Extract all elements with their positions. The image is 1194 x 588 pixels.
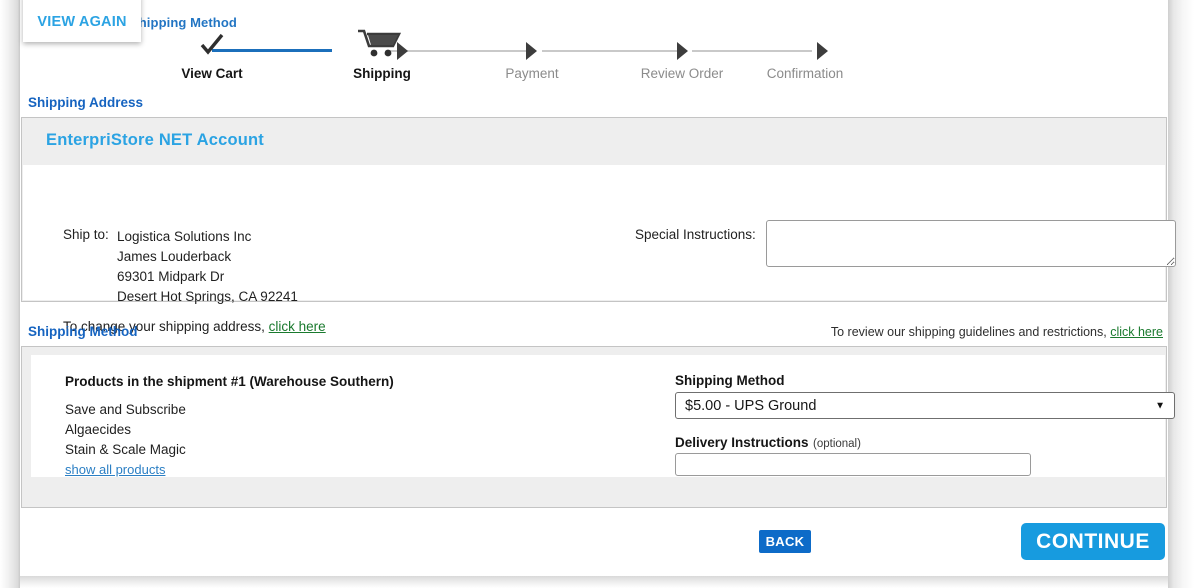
step-shipping[interactable]: Shipping <box>302 30 462 81</box>
shipping-method-heading: Shipping Method <box>28 324 138 339</box>
list-item: Save and Subscribe <box>65 402 186 417</box>
step-view-cart[interactable]: View Cart <box>132 30 292 81</box>
address-line-2: James Louderback <box>117 249 232 264</box>
shipping-guidelines-link[interactable]: click here <box>1110 325 1163 339</box>
back-button[interactable]: BACK <box>759 530 811 553</box>
product-list: Save and Subscribe Algaecides Stain & Sc… <box>65 400 186 480</box>
checkout-progress-bar: Shipping Method View Cart Shipping Payme… <box>20 8 1168 88</box>
ship-to-label: Ship to: <box>63 227 109 242</box>
shipping-address-card: Ship to: Logistica Solutions Inc James L… <box>23 165 1176 334</box>
view-again-label[interactable]: VIEW AGAIN <box>23 14 141 30</box>
step-payment[interactable]: Payment <box>452 30 612 81</box>
step-confirmation[interactable]: Confirmation <box>725 30 885 81</box>
page-gutter-bottom <box>20 576 1168 588</box>
shipping-address-heading: Shipping Address <box>28 95 144 110</box>
shipping-method-panel: Products in the shipment #1 (Warehouse S… <box>21 346 1175 508</box>
shipping-method-selected-value: $5.00 - UPS Ground <box>685 397 817 414</box>
address-line-3: 69301 Midpark Dr <box>117 269 225 284</box>
step-payment-label: Payment <box>505 66 559 81</box>
view-again-overlay[interactable]: VIEW AGAIN <box>23 0 141 42</box>
step-view-cart-label: View Cart <box>181 66 243 81</box>
shipment-card: Products in the shipment #1 (Warehouse S… <box>31 355 1175 480</box>
shipping-guidelines-text: To review our shipping guidelines and re… <box>830 325 1107 339</box>
progress-title: Shipping Method <box>130 15 237 30</box>
step-confirmation-label: Confirmation <box>766 66 844 81</box>
shipment-title: Products in the shipment #1 (Warehouse S… <box>65 374 394 389</box>
list-item: Stain & Scale Magic <box>65 442 186 457</box>
special-instructions-textarea[interactable] <box>766 220 1176 267</box>
page-gutter-left <box>0 0 20 588</box>
account-title: EnterpriStore NET Account <box>46 131 264 149</box>
page-gutter-right <box>1168 0 1194 588</box>
shipping-guidelines-note: To review our shipping guidelines and re… <box>831 325 1163 339</box>
special-instructions-label: Special Instructions: <box>635 227 756 242</box>
page-container: Shipping Method View Cart Shipping Payme… <box>20 0 1176 576</box>
list-item: Algaecides <box>65 422 132 437</box>
shipping-method-select-label: Shipping Method <box>675 373 785 388</box>
shipping-method-select[interactable]: $5.00 - UPS Ground ▼ <box>675 392 1175 419</box>
show-all-products-link[interactable]: show all products <box>65 460 186 480</box>
delivery-instructions-input[interactable] <box>675 453 1031 476</box>
delivery-instructions-label: Delivery Instructions <box>675 435 809 450</box>
delivery-instructions-optional: (optional) <box>813 438 861 450</box>
checkout-page: Shipping Method View Cart Shipping Payme… <box>0 0 1194 588</box>
chevron-down-icon: ▼ <box>1155 400 1165 411</box>
step-shipping-label: Shipping <box>353 66 411 81</box>
delivery-instructions-label-row: Delivery Instructions (optional) <box>675 434 861 452</box>
shipping-address-block: Logistica Solutions Inc James Louderback… <box>117 227 298 307</box>
address-line-1: Logistica Solutions Inc <box>117 229 252 244</box>
check-icon <box>132 30 292 60</box>
continue-button[interactable]: CONTINUE <box>1021 523 1165 560</box>
address-line-4: Desert Hot Springs, CA 92241 <box>117 289 298 304</box>
shipping-address-panel: EnterpriStore NET Account Ship to: Logis… <box>21 117 1176 334</box>
change-address-link[interactable]: click here <box>269 319 326 334</box>
